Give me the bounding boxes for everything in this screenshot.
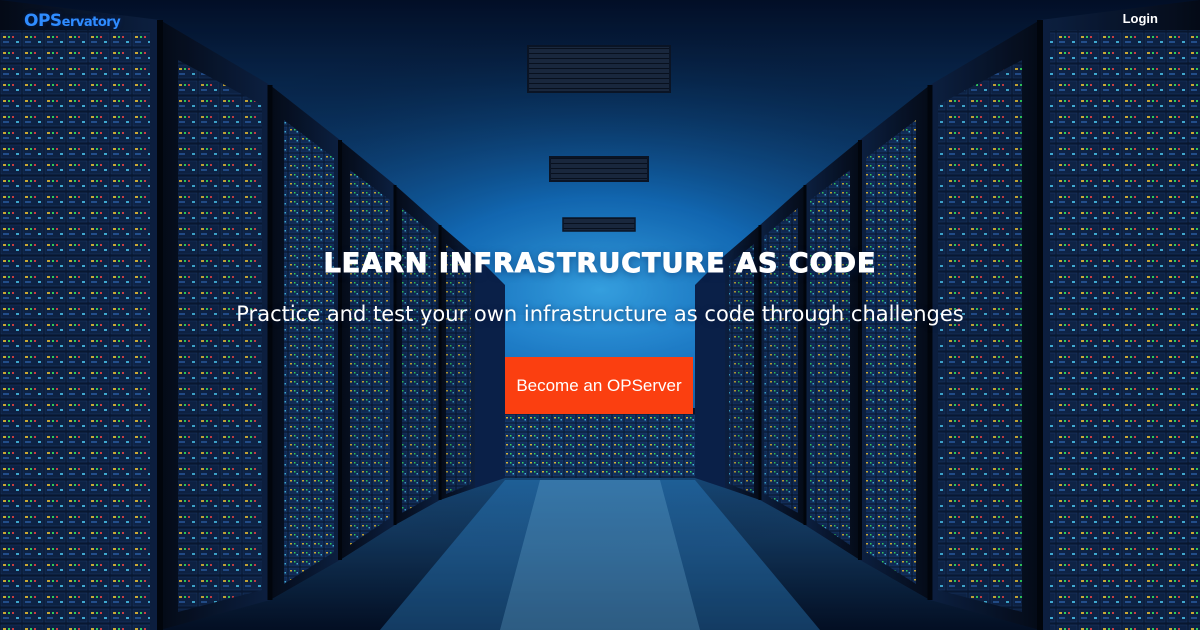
hero-subtitle: Practice and test your own infrastructur… [236,302,964,326]
become-opserver-button[interactable]: Become an OPServer [505,357,693,414]
login-link[interactable]: Login [1123,11,1158,26]
landing-page: OPServatory Login LEARN INFRASTRUCTURE A… [0,0,1200,630]
hero-title: LEARN INFRASTRUCTURE AS CODE [323,248,877,280]
logo-text-rest: ervatory [61,15,121,30]
logo-text-strong: OPS [24,11,62,31]
opservatory-logo[interactable]: OPServatory [24,11,121,31]
